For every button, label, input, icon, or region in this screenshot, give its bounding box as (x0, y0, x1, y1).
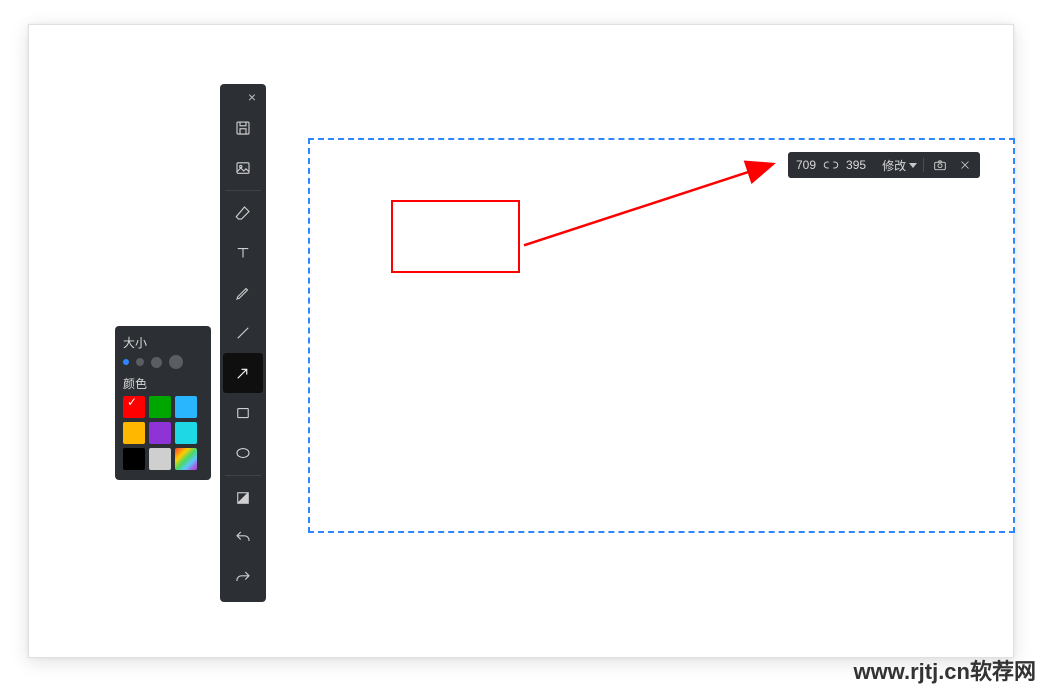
redo-icon (234, 569, 252, 587)
camera-button[interactable] (930, 157, 950, 173)
color-swatch-grey[interactable] (149, 448, 171, 470)
color-swatch-red[interactable] (123, 396, 145, 418)
color-swatch-orange[interactable] (123, 422, 145, 444)
color-grid (123, 396, 203, 470)
tool-image[interactable] (223, 148, 263, 188)
size-label: 大小 (123, 334, 203, 351)
image-icon (234, 159, 252, 177)
annotation-rect[interactable] (391, 200, 520, 273)
ellipse-icon (234, 444, 252, 462)
contrast-icon (234, 489, 252, 507)
size-option-1[interactable] (123, 359, 129, 365)
selection-info-bar: 709 395 修改 (788, 152, 980, 178)
selection-area[interactable] (308, 138, 1015, 533)
pencil-icon (234, 284, 252, 302)
tool-pencil[interactable] (223, 273, 263, 313)
toolbar-divider (225, 190, 261, 191)
rect-icon (234, 404, 252, 422)
watermark: www.rjtj.cn软荐网 (853, 654, 1036, 686)
modify-label: 修改 (882, 157, 906, 174)
color-label: 颜色 (123, 375, 203, 392)
toolbar: × (220, 84, 266, 602)
modify-dropdown[interactable]: 修改 (882, 157, 917, 174)
tool-ellipse[interactable] (223, 433, 263, 473)
tool-redo[interactable] (223, 558, 263, 598)
color-swatch-rainbow[interactable] (175, 448, 197, 470)
info-separator (923, 158, 924, 172)
size-selector (123, 355, 203, 369)
color-swatch-blue[interactable] (175, 396, 197, 418)
tool-line[interactable] (223, 313, 263, 353)
tool-undo[interactable] (223, 518, 263, 558)
selection-width-value: 709 (796, 158, 816, 172)
size-option-2[interactable] (136, 358, 144, 366)
tool-arrow[interactable] (223, 353, 263, 393)
options-panel: 大小 颜色 (115, 326, 211, 480)
tool-save[interactable] (223, 108, 263, 148)
eraser-icon (234, 204, 252, 222)
watermark-text: 软荐网 (970, 659, 1036, 684)
save-icon (234, 119, 252, 137)
toolbar-close-button[interactable]: × (238, 88, 266, 108)
arrow-icon (234, 364, 252, 382)
line-icon (234, 324, 252, 342)
undo-icon (234, 529, 252, 547)
tool-contrast[interactable] (223, 478, 263, 518)
tool-rect[interactable] (223, 393, 263, 433)
link-icon[interactable] (822, 159, 840, 171)
tool-eraser[interactable] (223, 193, 263, 233)
size-option-3[interactable] (151, 357, 162, 368)
color-swatch-green[interactable] (149, 396, 171, 418)
close-selection-button[interactable] (956, 158, 974, 172)
size-option-4[interactable] (169, 355, 183, 369)
tool-text[interactable] (223, 233, 263, 273)
caret-down-icon (909, 163, 917, 168)
watermark-url: www.rjtj.cn (853, 659, 970, 684)
color-swatch-black[interactable] (123, 448, 145, 470)
color-swatch-purple[interactable] (149, 422, 171, 444)
text-icon (234, 244, 252, 262)
selection-height-value: 395 (846, 158, 866, 172)
toolbar-divider (225, 475, 261, 476)
color-swatch-cyan[interactable] (175, 422, 197, 444)
app-frame: × (28, 24, 1014, 658)
